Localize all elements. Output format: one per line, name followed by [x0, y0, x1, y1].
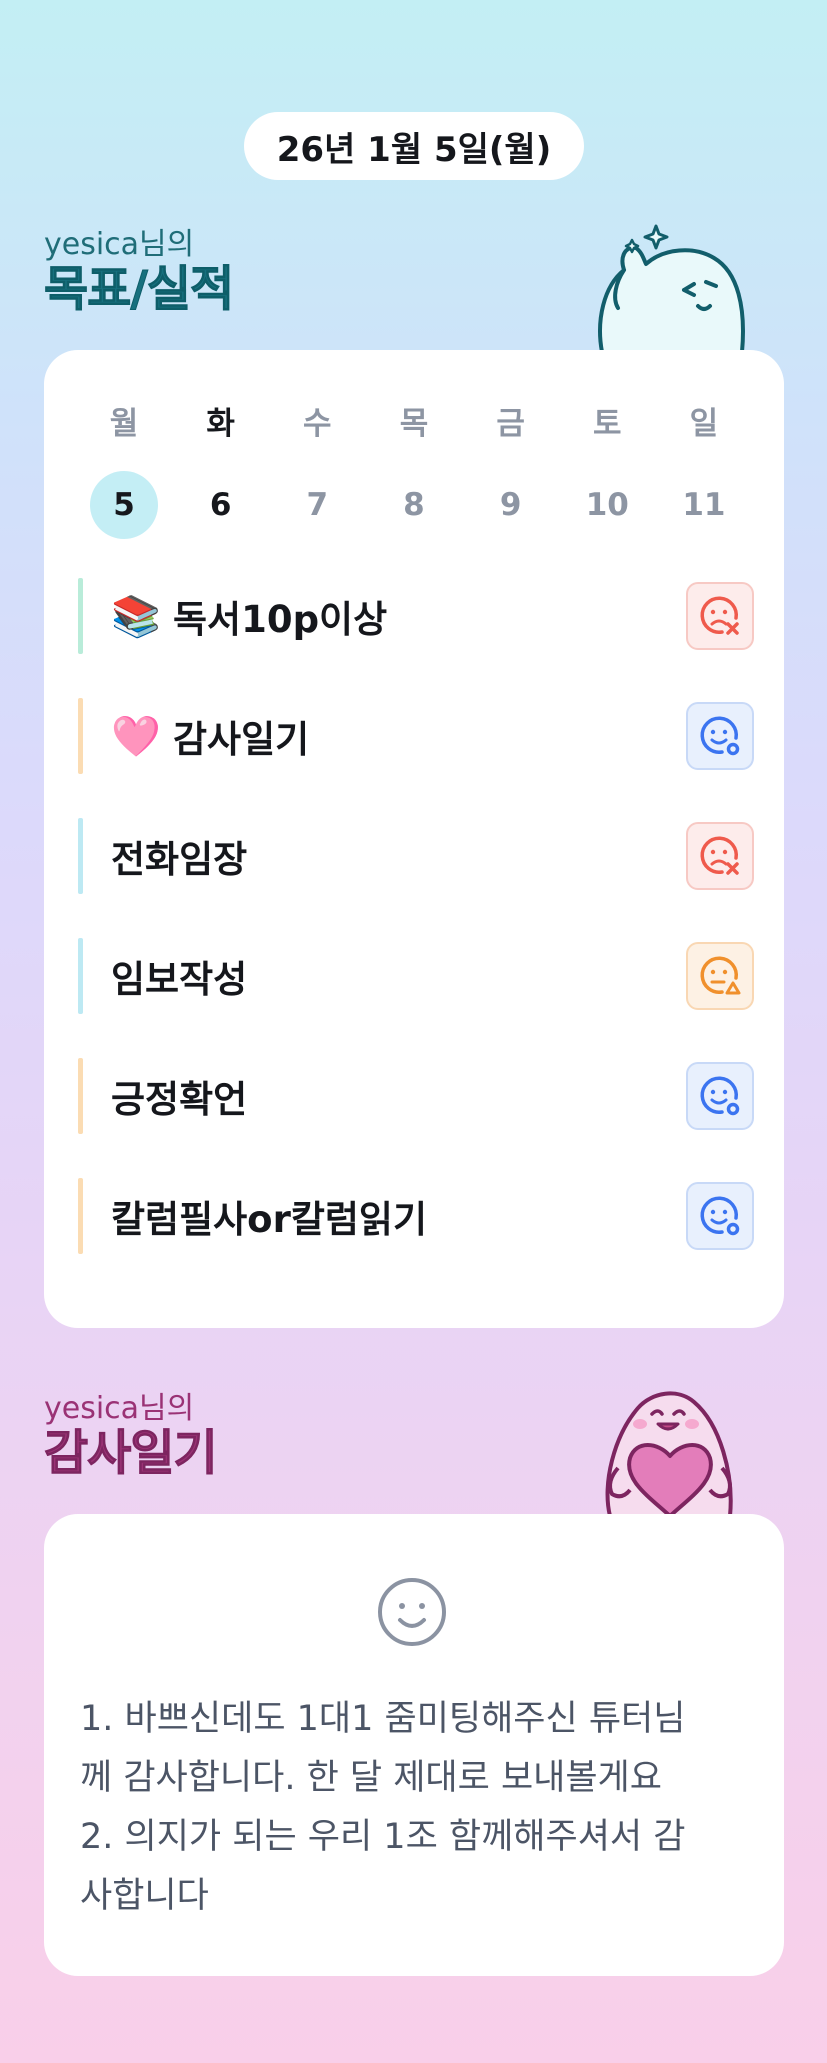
goals-card: 월 화 수 목 금 토 일 5 6 7 8 9 10 11 📚 독서10p이상: [44, 350, 784, 1328]
goals-owner-label: yesica님의: [44, 227, 195, 262]
goal-color-bar: [78, 1058, 83, 1134]
gratitude-line: 1. 바쁘신데도 1대1 줌미팅해주신 튜터님: [80, 1699, 686, 1739]
goal-label: 긍정확언: [111, 1078, 248, 1121]
gratitude-card: 1. 바쁘신데도 1대1 줌미팅해주신 튜터님 께 감사합니다. 한 달 제대로…: [44, 1514, 784, 1976]
goal-item-affirmation[interactable]: 긍정확언: [78, 1058, 754, 1134]
goal-label: 전화임장: [111, 838, 248, 881]
goal-color-bar: [78, 818, 83, 894]
date-display[interactable]: 26년 1월 5일(월): [244, 112, 584, 180]
day-7-label: 7: [306, 487, 329, 523]
heart-mascot-icon: [605, 1391, 733, 1516]
day-8-button[interactable]: 8: [374, 471, 454, 539]
smile-face-o-icon: [700, 716, 740, 756]
weekday-mon: 월: [109, 406, 139, 442]
day-6-button[interactable]: 6: [181, 471, 261, 539]
week-selector: 월 화 수 목 금 토 일 5 6 7 8 9 10 11: [84, 398, 744, 539]
day-11-button[interactable]: 11: [664, 471, 744, 539]
goals-title-label: 목표/실적: [43, 261, 234, 317]
day-11-label: 11: [682, 487, 726, 523]
daynum-row: 5 6 7 8 9 10 11: [84, 471, 744, 539]
day-8-label: 8: [403, 487, 425, 523]
goal-item-gratitude-diary[interactable]: 🩷 감사일기: [78, 698, 754, 774]
day-6-label: 6: [209, 487, 232, 523]
goal-label: 칼럼필사or칼럼읽기: [111, 1198, 427, 1241]
sad-face-x-icon: [700, 596, 739, 635]
status-done-button[interactable]: [686, 1182, 754, 1250]
neutral-face-triangle-icon: [700, 956, 741, 995]
goal-color-bar: [78, 1178, 83, 1254]
goals-section-title: yesica님의 목표/실적: [43, 227, 234, 317]
gratitude-line: 사합니다: [80, 1876, 209, 1916]
day-5-button[interactable]: 5: [84, 471, 164, 539]
weekday-sat: 토: [593, 406, 622, 442]
weekday-tue: 화: [206, 406, 235, 442]
day-10-button[interactable]: 10: [567, 471, 647, 539]
goal-item-column-reading[interactable]: 칼럼필사or칼럼읽기: [78, 1178, 754, 1254]
gratitude-owner-label: yesica님의: [44, 1391, 195, 1426]
goal-color-bar: [78, 698, 83, 774]
smile-face-o-icon: [700, 1196, 740, 1236]
weekday-fri: 금: [496, 406, 525, 442]
smile-icon: [378, 1578, 446, 1646]
gratitude-line: 께 감사합니다. 한 달 제대로 보내볼게요: [80, 1758, 662, 1798]
goal-label: 감사일기: [173, 718, 310, 761]
books-icon: 📚: [111, 593, 161, 640]
goal-label: 독서10p이상: [173, 598, 388, 641]
status-done-button[interactable]: [686, 1062, 754, 1130]
day-5-label: 5: [113, 487, 135, 523]
day-9-button[interactable]: 9: [471, 471, 551, 539]
status-fail-button[interactable]: [686, 582, 754, 650]
goal-color-bar: [78, 578, 83, 654]
goal-color-bar: [78, 938, 83, 1014]
status-fail-button[interactable]: [686, 822, 754, 890]
smile-face-o-icon: [700, 1076, 740, 1116]
weekday-row: 월 화 수 목 금 토 일: [84, 398, 744, 443]
day-9-label: 9: [499, 487, 522, 523]
heart-icon: 🩷: [111, 713, 161, 760]
gratitude-title-label: 감사일기: [44, 1425, 219, 1481]
weekday-sun: 일: [689, 406, 719, 442]
goal-item-reading[interactable]: 📚 독서10p이상: [78, 578, 754, 654]
weekday-wed: 수: [303, 406, 332, 442]
status-done-button[interactable]: [686, 702, 754, 770]
goal-label: 임보작성: [111, 958, 248, 1001]
day-7-button[interactable]: 7: [277, 471, 357, 539]
goal-item-phone-survey[interactable]: 전화임장: [78, 818, 754, 894]
gratitude-text: 1. 바쁘신데도 1대1 줌미팅해주신 튜터님 께 감사합니다. 한 달 제대로…: [80, 1690, 760, 1926]
ghost-mascot-icon: [598, 224, 745, 352]
weekday-thu: 목: [399, 406, 429, 442]
gratitude-line: 2. 의지가 되는 우리 1조 함께해주셔서 감: [80, 1817, 686, 1857]
gratitude-section-title: yesica님의 감사일기: [44, 1391, 219, 1481]
goal-item-report-writing[interactable]: 임보작성: [78, 938, 754, 1014]
day-10-label: 10: [585, 487, 629, 523]
sad-face-x-icon: [700, 836, 739, 875]
status-partial-button[interactable]: [686, 942, 754, 1010]
